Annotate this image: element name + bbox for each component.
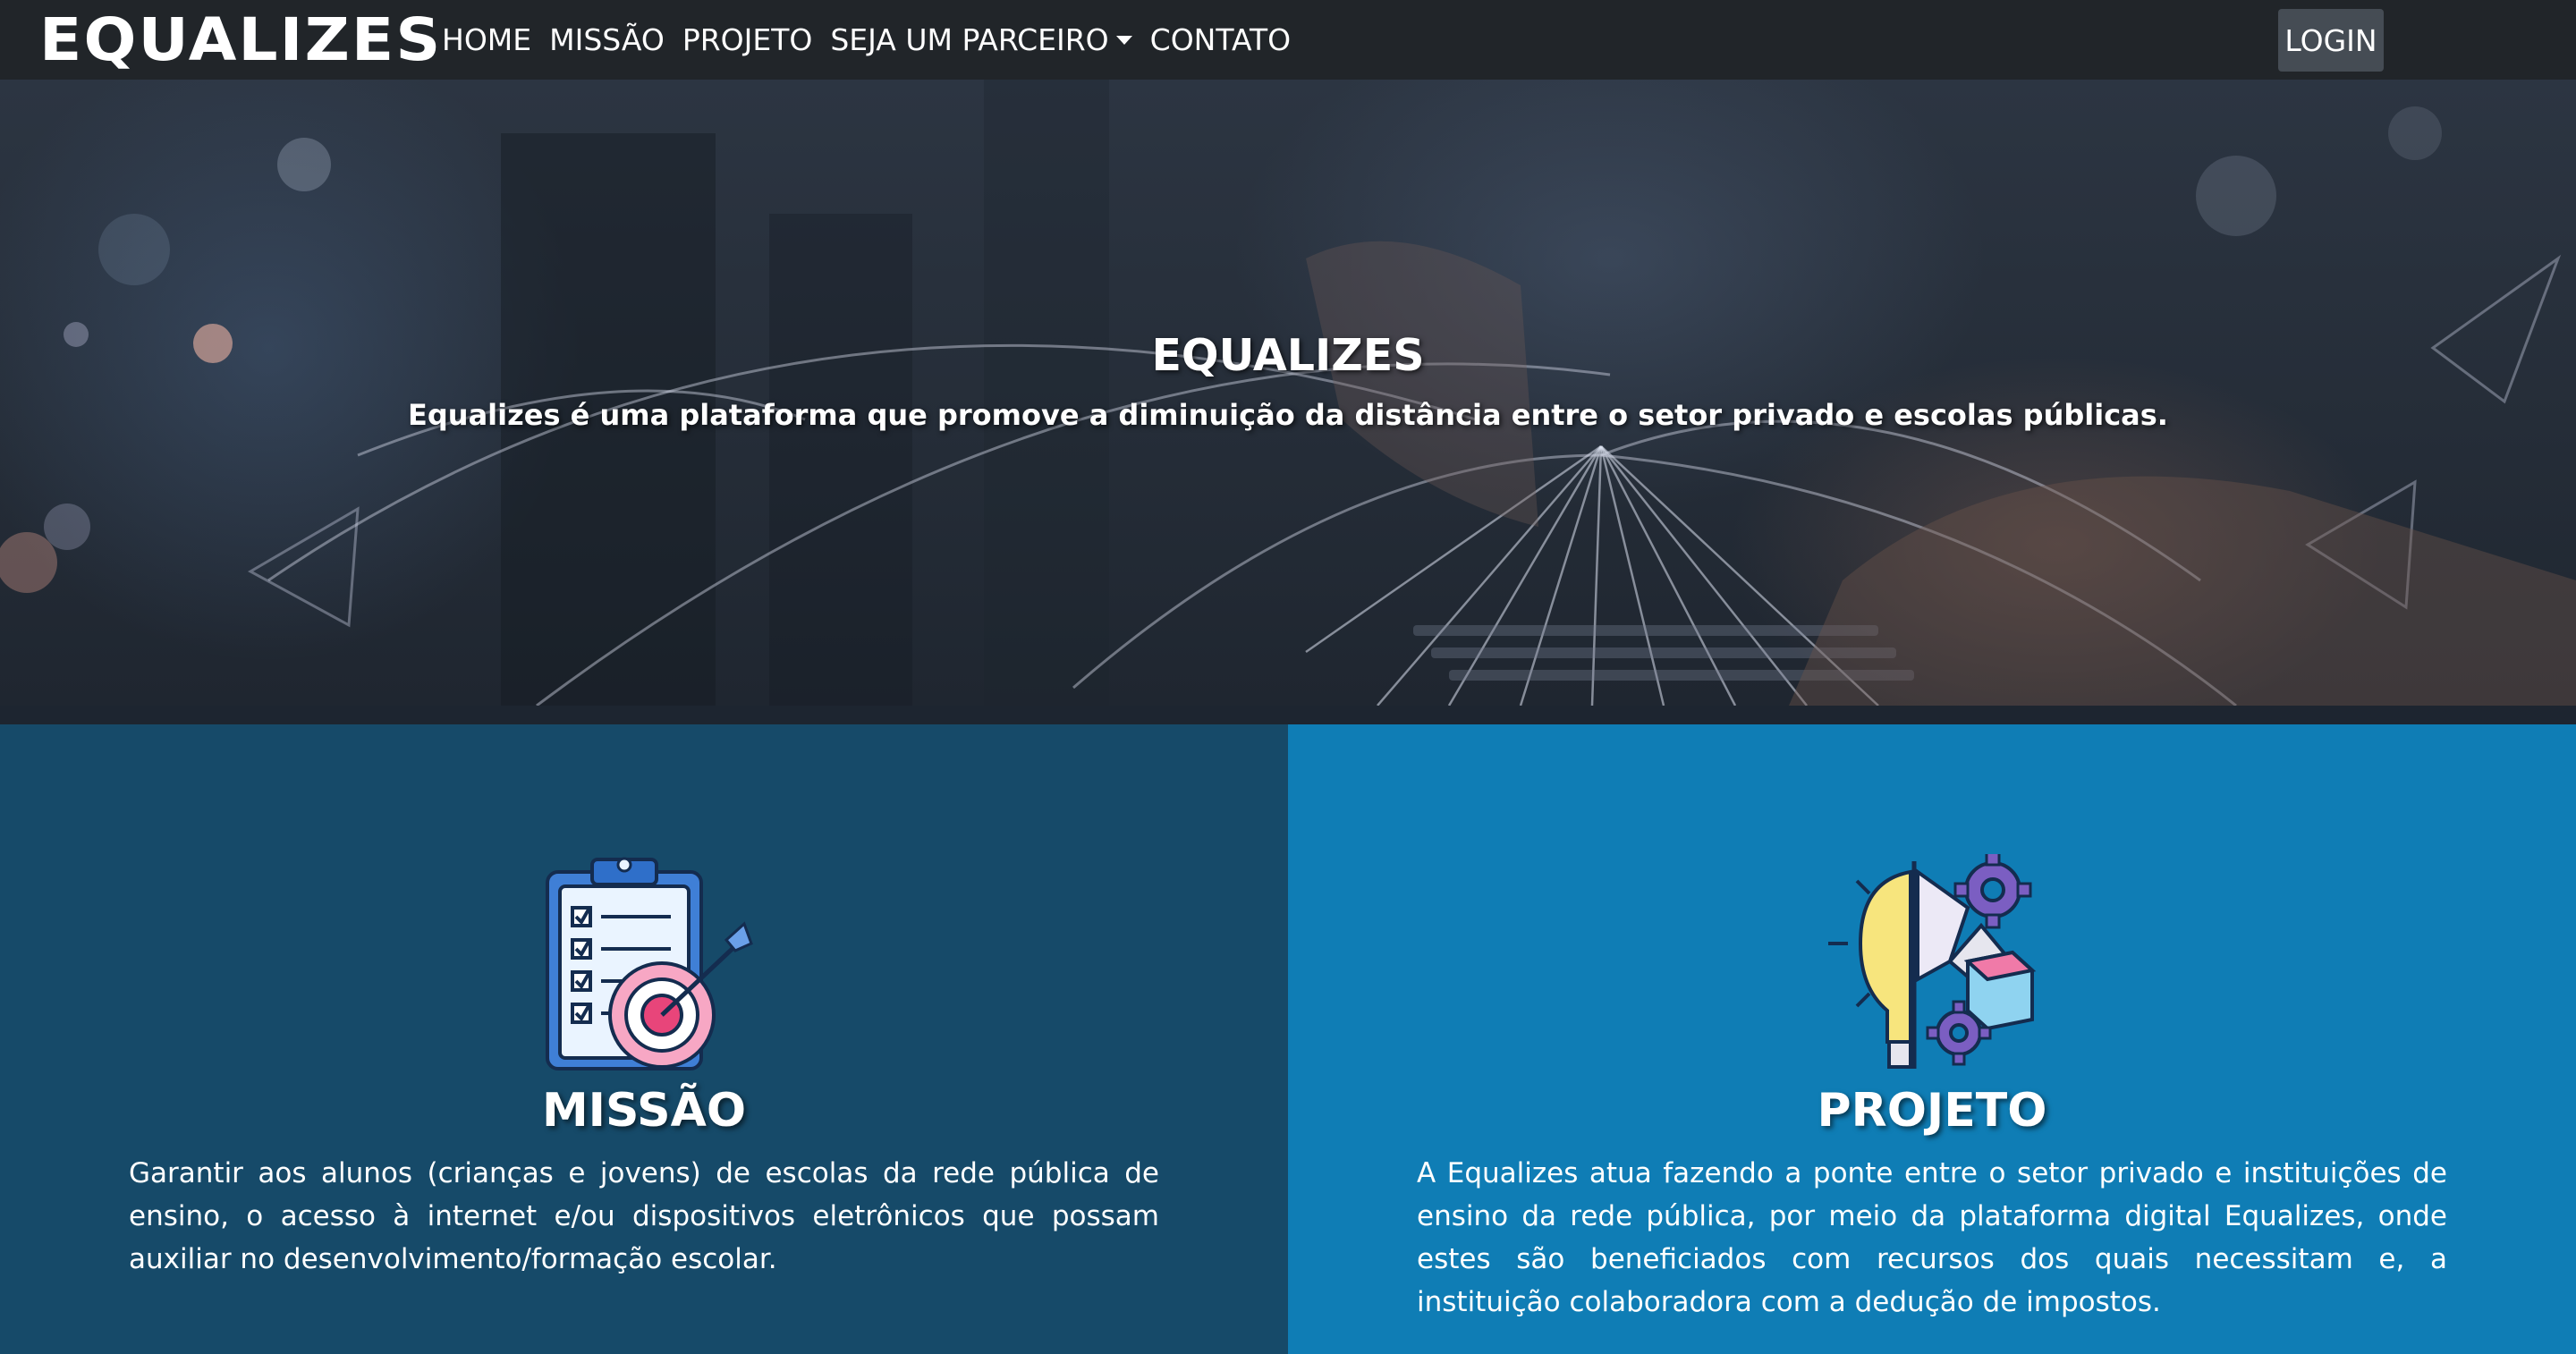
brand-logo[interactable]: EQUALIZES: [39, 5, 442, 74]
mission-section: MISSÃO Garantir aos alunos (crianças e j…: [0, 724, 1288, 1354]
hero-text: EQUALIZES Equalizes é uma plataforma que…: [0, 80, 2576, 706]
login-button[interactable]: LOGIN: [2278, 9, 2384, 72]
hero-title: EQUALIZES: [1151, 330, 1425, 381]
nav-projeto[interactable]: PROJETO: [682, 22, 813, 57]
hero-banner: EQUALIZES Equalizes é uma plataforma que…: [0, 80, 2576, 706]
nav-contato[interactable]: CONTATO: [1150, 22, 1291, 57]
nav-missao[interactable]: MISSÃO: [549, 22, 665, 57]
caret-down-icon: [1115, 35, 1132, 45]
section-divider: [0, 706, 2576, 724]
clipboard-target-icon: [546, 857, 753, 1071]
nav-parceiro-dropdown[interactable]: SEJA UM PARCEIRO: [830, 22, 1132, 57]
hero-subtitle: Equalizes é uma plataforma que promove a…: [408, 398, 2168, 432]
project-section: PROJETO A Equalizes atua fazendo a ponte…: [1288, 724, 2576, 1354]
project-text: A Equalizes atua fazendo a ponte entre o…: [1417, 1157, 2447, 1318]
mission-text: Garantir aos alunos (crianças e jovens) …: [129, 1157, 1159, 1275]
mission-title: MISSÃO: [541, 1084, 747, 1138]
navbar: EQUALIZES HOME MISSÃO PROJETO SEJA UM PA…: [0, 0, 2576, 80]
lightbulb-gears-icon: [1828, 854, 2037, 1069]
nav-parceiro-label: SEJA UM PARCEIRO: [830, 22, 1109, 57]
nav-home[interactable]: HOME: [442, 22, 531, 57]
project-title: PROJETO: [1817, 1084, 2047, 1138]
nav-links: HOME MISSÃO PROJETO SEJA UM PARCEIRO CON…: [442, 0, 1309, 80]
